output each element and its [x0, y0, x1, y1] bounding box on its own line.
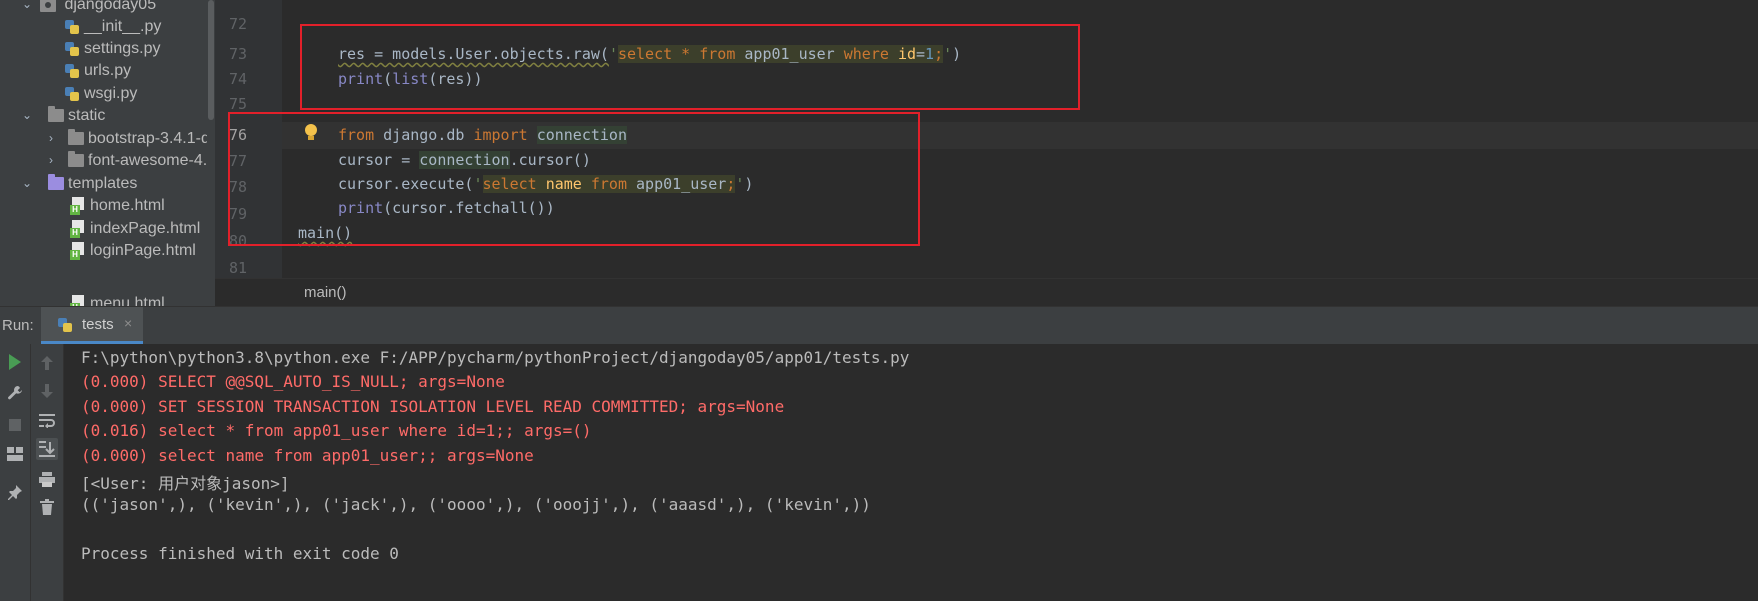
scroll-to-end-icon[interactable]	[36, 438, 58, 460]
python-file-icon	[64, 86, 80, 102]
console-line: Process finished with exit code 0	[81, 544, 399, 563]
tree-item-home-html[interactable]: Hhome.html	[70, 193, 165, 218]
tab-label: tests	[82, 316, 114, 333]
python-file-icon	[64, 63, 80, 79]
console-line: F:\python\python3.8\python.exe F:/APP/py…	[81, 348, 910, 367]
chevron-right-icon[interactable]: ›	[44, 148, 58, 173]
project-tree: ⌄ djangoday05 __init__.py settings.py ur…	[0, 0, 215, 306]
html-file-icon: H	[70, 241, 86, 260]
console-line-error: (0.016) select * from app01_user where i…	[81, 421, 592, 440]
tree-item-label: font-awesome-4.	[88, 152, 208, 169]
html-file-icon: H	[70, 294, 86, 306]
layout-icon[interactable]	[4, 443, 26, 465]
python-file-icon	[64, 19, 80, 35]
tree-item-label: urls.py	[84, 62, 132, 79]
project-scrollbar[interactable]	[208, 0, 214, 120]
line-number: 81	[228, 259, 247, 277]
tab-tests[interactable]: tests ×	[41, 307, 143, 344]
highlight-box-cursor-query	[228, 112, 920, 246]
templates-folder-icon	[48, 174, 64, 191]
soft-wrap-icon[interactable]	[36, 410, 58, 432]
tree-item-label: home.html	[90, 197, 165, 214]
python-file-icon	[64, 41, 80, 57]
run-toolbar-secondary	[31, 344, 64, 601]
tree-item-label: bootstrap-3.4.1-d	[88, 130, 210, 147]
package-folder-icon	[40, 0, 56, 12]
play-icon[interactable]	[4, 351, 26, 373]
console-line-error: (0.000) SET SESSION TRANSACTION ISOLATIO…	[81, 397, 785, 416]
tree-item-label: __init__.py	[84, 18, 162, 35]
python-file-icon	[57, 317, 73, 333]
tree-item-label: static	[68, 107, 106, 124]
folder-icon	[68, 151, 84, 168]
trash-icon[interactable]	[36, 496, 58, 518]
console-line-error: (0.000) SELECT @@SQL_AUTO_IS_NULL; args=…	[81, 372, 505, 391]
close-icon[interactable]: ×	[124, 315, 132, 331]
tree-item-static[interactable]: ⌄ static	[20, 103, 105, 128]
arrow-up-icon[interactable]	[36, 352, 58, 374]
line-number: 73	[228, 45, 247, 63]
run-toolbar-primary	[0, 344, 31, 601]
tree-item-label: settings.py	[84, 40, 161, 57]
tree-item-label: indexPage.html	[90, 220, 201, 237]
console-line: (('jason',), ('kevin',), ('jack',), ('oo…	[81, 495, 871, 514]
breadcrumb-item[interactable]: main()	[304, 284, 347, 301]
pin-icon[interactable]	[4, 481, 26, 503]
run-console[interactable]: F:\python\python3.8\python.exe F:/APP/py…	[64, 344, 1758, 601]
tree-item-menu-html[interactable]: Hmenu.html	[70, 291, 165, 306]
folder-icon	[68, 129, 84, 146]
tree-item-loginpage-html[interactable]: HloginPage.html	[70, 238, 196, 263]
highlight-box-raw-query	[300, 24, 1080, 110]
print-icon[interactable]	[36, 468, 58, 490]
line-number: 75	[228, 95, 247, 113]
html-file-icon: H	[70, 196, 86, 215]
tree-item-label: djangoday05	[64, 0, 157, 13]
line-number: 72	[228, 15, 247, 33]
line-number: 74	[228, 70, 247, 88]
chevron-down-icon[interactable]: ⌄	[20, 171, 34, 196]
run-toolwindow-header: Run: tests ×	[0, 306, 1758, 345]
breadcrumb: main()	[215, 278, 1758, 307]
html-file-icon: H	[70, 219, 86, 238]
chevron-down-icon[interactable]: ⌄	[20, 0, 34, 17]
chevron-down-icon[interactable]: ⌄	[20, 103, 34, 128]
tree-item-font-awesome[interactable]: › font-awesome-4.	[44, 148, 207, 173]
tree-item-label: wsgi.py	[84, 85, 138, 102]
folder-icon	[48, 106, 64, 123]
wrench-icon[interactable]	[4, 382, 26, 404]
stop-icon[interactable]	[4, 414, 26, 436]
console-line: [<User: 用户对象jason>]	[81, 474, 290, 493]
console-line-error: (0.000) select name from app01_user;; ar…	[81, 446, 534, 465]
tree-item-label: templates	[68, 175, 138, 192]
tree-item-label: loginPage.html	[90, 242, 196, 259]
run-label: Run:	[2, 317, 34, 334]
arrow-down-icon[interactable]	[36, 380, 58, 402]
tree-item-urls-py[interactable]: urls.py	[64, 58, 131, 83]
tree-item-label: menu.html	[90, 295, 165, 306]
